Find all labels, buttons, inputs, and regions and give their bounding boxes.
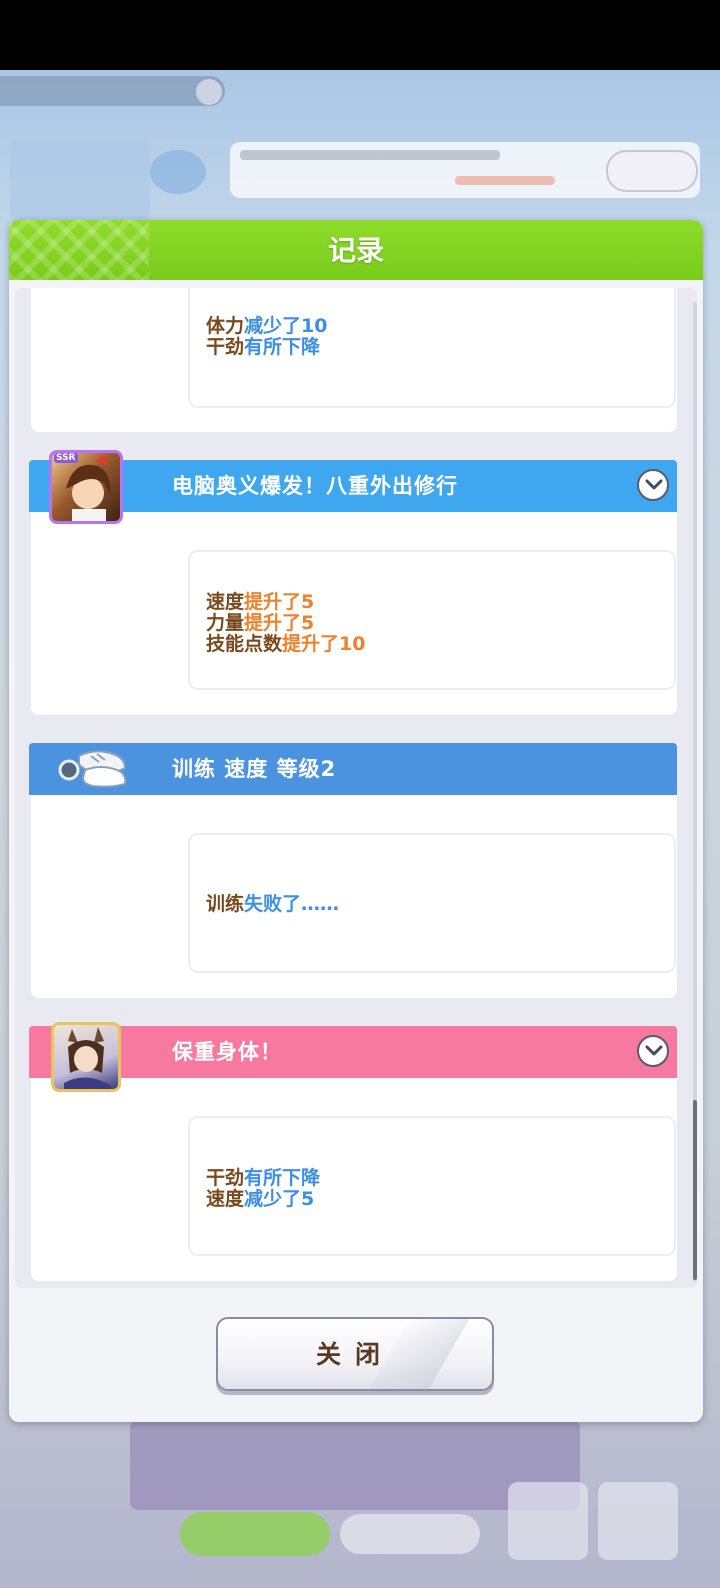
background-emblem: [150, 150, 206, 194]
dialog-title: 记录: [327, 234, 384, 267]
dialog-header: 记录: [9, 220, 703, 280]
ssr-badge: SSR: [54, 453, 78, 463]
background-banner-subtext: [455, 176, 555, 185]
background-bottom-button: [340, 1514, 480, 1554]
chevron-down-icon[interactable]: [637, 469, 669, 501]
result-box: 速度提升了5 力量提升了5 技能点数提升了10: [188, 550, 676, 690]
result-line: 技能点数提升了10: [206, 633, 366, 655]
record-entry: 体力减少了10 干劲有所下降: [31, 288, 677, 432]
chevron-down-icon[interactable]: [637, 1035, 669, 1067]
entry-title: 电脑奥义爆发！八重外出修行: [172, 474, 458, 498]
shoes-icon: [55, 740, 129, 792]
record-dialog: 记录 体力减少了10 干劲有所下降 电脑奥义爆发！八重外出修行 速度提升了5 力…: [9, 220, 703, 1422]
background-top-bar: [0, 76, 225, 106]
background-banner-text: [240, 150, 500, 160]
background-menu-button: [598, 1482, 678, 1560]
scrollbar-thumb[interactable]: [693, 1100, 697, 1280]
trainer-avatar: [51, 1022, 121, 1092]
background-panel: [10, 140, 150, 220]
result-line: 力量提升了5: [206, 612, 315, 634]
status-bar: [0, 0, 720, 70]
close-button[interactable]: 关闭: [216, 1317, 494, 1391]
record-entry: 保重身体！ 干劲有所下降 速度减少了5: [29, 1026, 677, 1281]
result-line: 干劲有所下降: [206, 1167, 321, 1189]
result-line: 体力减少了10: [206, 315, 328, 337]
support-card-avatar: SSR: [49, 450, 123, 524]
result-line: 速度提升了5: [206, 591, 315, 613]
background-top-bar-button: [196, 79, 222, 105]
background-menu-button: [508, 1482, 588, 1560]
background-bottom-button: [180, 1512, 330, 1556]
result-line: 速度减少了5: [206, 1188, 315, 1210]
background-banner-button: [606, 150, 698, 192]
entry-header: 保重身体！: [29, 1026, 677, 1078]
entry-title: 训练 速度 等级2: [172, 757, 337, 781]
result-line: 训练失败了……: [206, 893, 340, 915]
result-box: 体力减少了10 干劲有所下降: [188, 288, 676, 408]
result-box: 训练失败了……: [188, 833, 676, 973]
result-line: 干劲有所下降: [206, 336, 321, 358]
entry-header: 电脑奥义爆发！八重外出修行: [29, 460, 677, 512]
record-entry: 电脑奥义爆发！八重外出修行 速度提升了5 力量提升了5 技能点数提升了10: [29, 460, 677, 715]
result-box: 干劲有所下降 速度减少了5: [188, 1116, 676, 1256]
close-button-label: 关闭: [315, 1340, 394, 1369]
entry-title: 保重身体！: [172, 1040, 282, 1064]
record-list[interactable]: 体力减少了10 干劲有所下降 电脑奥义爆发！八重外出修行 速度提升了5 力量提升…: [15, 288, 697, 1288]
